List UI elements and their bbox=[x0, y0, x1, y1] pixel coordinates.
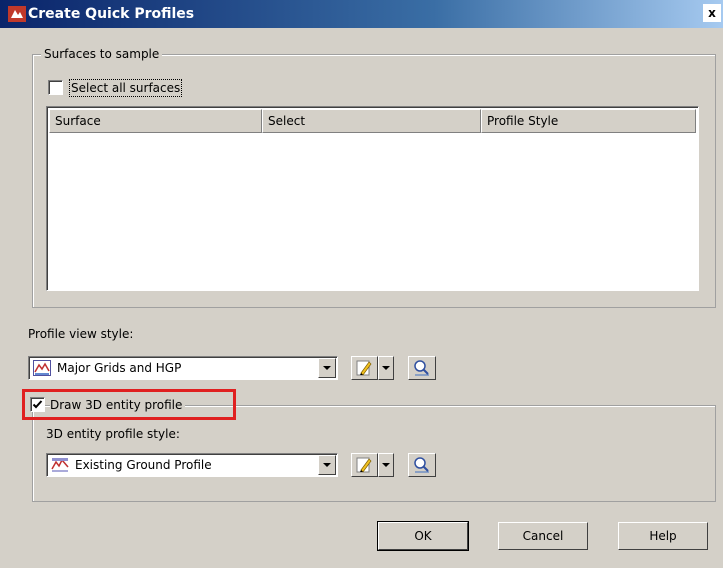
profile-style-icon bbox=[51, 458, 69, 472]
title-bar[interactable]: Create Quick Profiles x bbox=[0, 0, 723, 28]
highlight-box bbox=[22, 389, 236, 420]
profile-view-style-value: Major Grids and HGP bbox=[57, 361, 182, 375]
profile-view-style-icon bbox=[33, 360, 51, 376]
3d-entity-profile-style-select[interactable]: Existing Ground Profile bbox=[46, 453, 338, 477]
column-surface[interactable]: Surface bbox=[49, 109, 262, 133]
edit-profile-view-style-button[interactable] bbox=[351, 356, 378, 380]
pick-3d-profile-style-button[interactable] bbox=[408, 453, 436, 477]
select-all-surfaces-checkbox[interactable] bbox=[48, 80, 63, 95]
magnifier-icon bbox=[414, 360, 429, 376]
create-quick-profiles-dialog: Create Quick Profiles x Surfaces to samp… bbox=[0, 0, 723, 568]
3d-entity-profile-style-value: Existing Ground Profile bbox=[75, 458, 212, 472]
magnifier-icon bbox=[414, 457, 429, 473]
pencil-edit-icon bbox=[356, 457, 372, 473]
profile-view-style-dropdown-button[interactable] bbox=[378, 356, 394, 380]
select-all-surfaces-label[interactable]: Select all surfaces bbox=[69, 79, 183, 97]
window-title: Create Quick Profiles bbox=[28, 6, 195, 22]
profile-view-style-select[interactable]: Major Grids and HGP bbox=[28, 356, 338, 380]
column-profile-style[interactable]: Profile Style bbox=[481, 109, 696, 133]
pick-profile-view-style-button[interactable] bbox=[408, 356, 436, 380]
edit-3d-profile-style-button[interactable] bbox=[351, 453, 378, 477]
help-button[interactable]: Help bbox=[618, 522, 708, 550]
chevron-down-icon bbox=[382, 366, 390, 370]
surfaces-table[interactable]: Surface Select Profile Style bbox=[46, 106, 699, 291]
profile-view-style-label: Profile view style: bbox=[28, 327, 134, 341]
ok-button[interactable]: OK bbox=[377, 521, 469, 551]
close-icon[interactable]: x bbox=[703, 4, 721, 22]
chevron-down-icon[interactable] bbox=[318, 455, 336, 475]
cancel-button[interactable]: Cancel bbox=[498, 522, 588, 550]
3d-profile-style-dropdown-button[interactable] bbox=[378, 453, 394, 477]
column-select[interactable]: Select bbox=[262, 109, 481, 133]
chevron-down-icon bbox=[382, 463, 390, 467]
table-header: Surface Select Profile Style bbox=[49, 109, 696, 133]
pencil-edit-icon bbox=[356, 360, 372, 376]
app-icon bbox=[8, 6, 26, 22]
3d-entity-profile-style-label: 3D entity profile style: bbox=[46, 427, 180, 441]
chevron-down-icon[interactable] bbox=[318, 358, 336, 378]
surfaces-group-label: Surfaces to sample bbox=[41, 46, 163, 62]
